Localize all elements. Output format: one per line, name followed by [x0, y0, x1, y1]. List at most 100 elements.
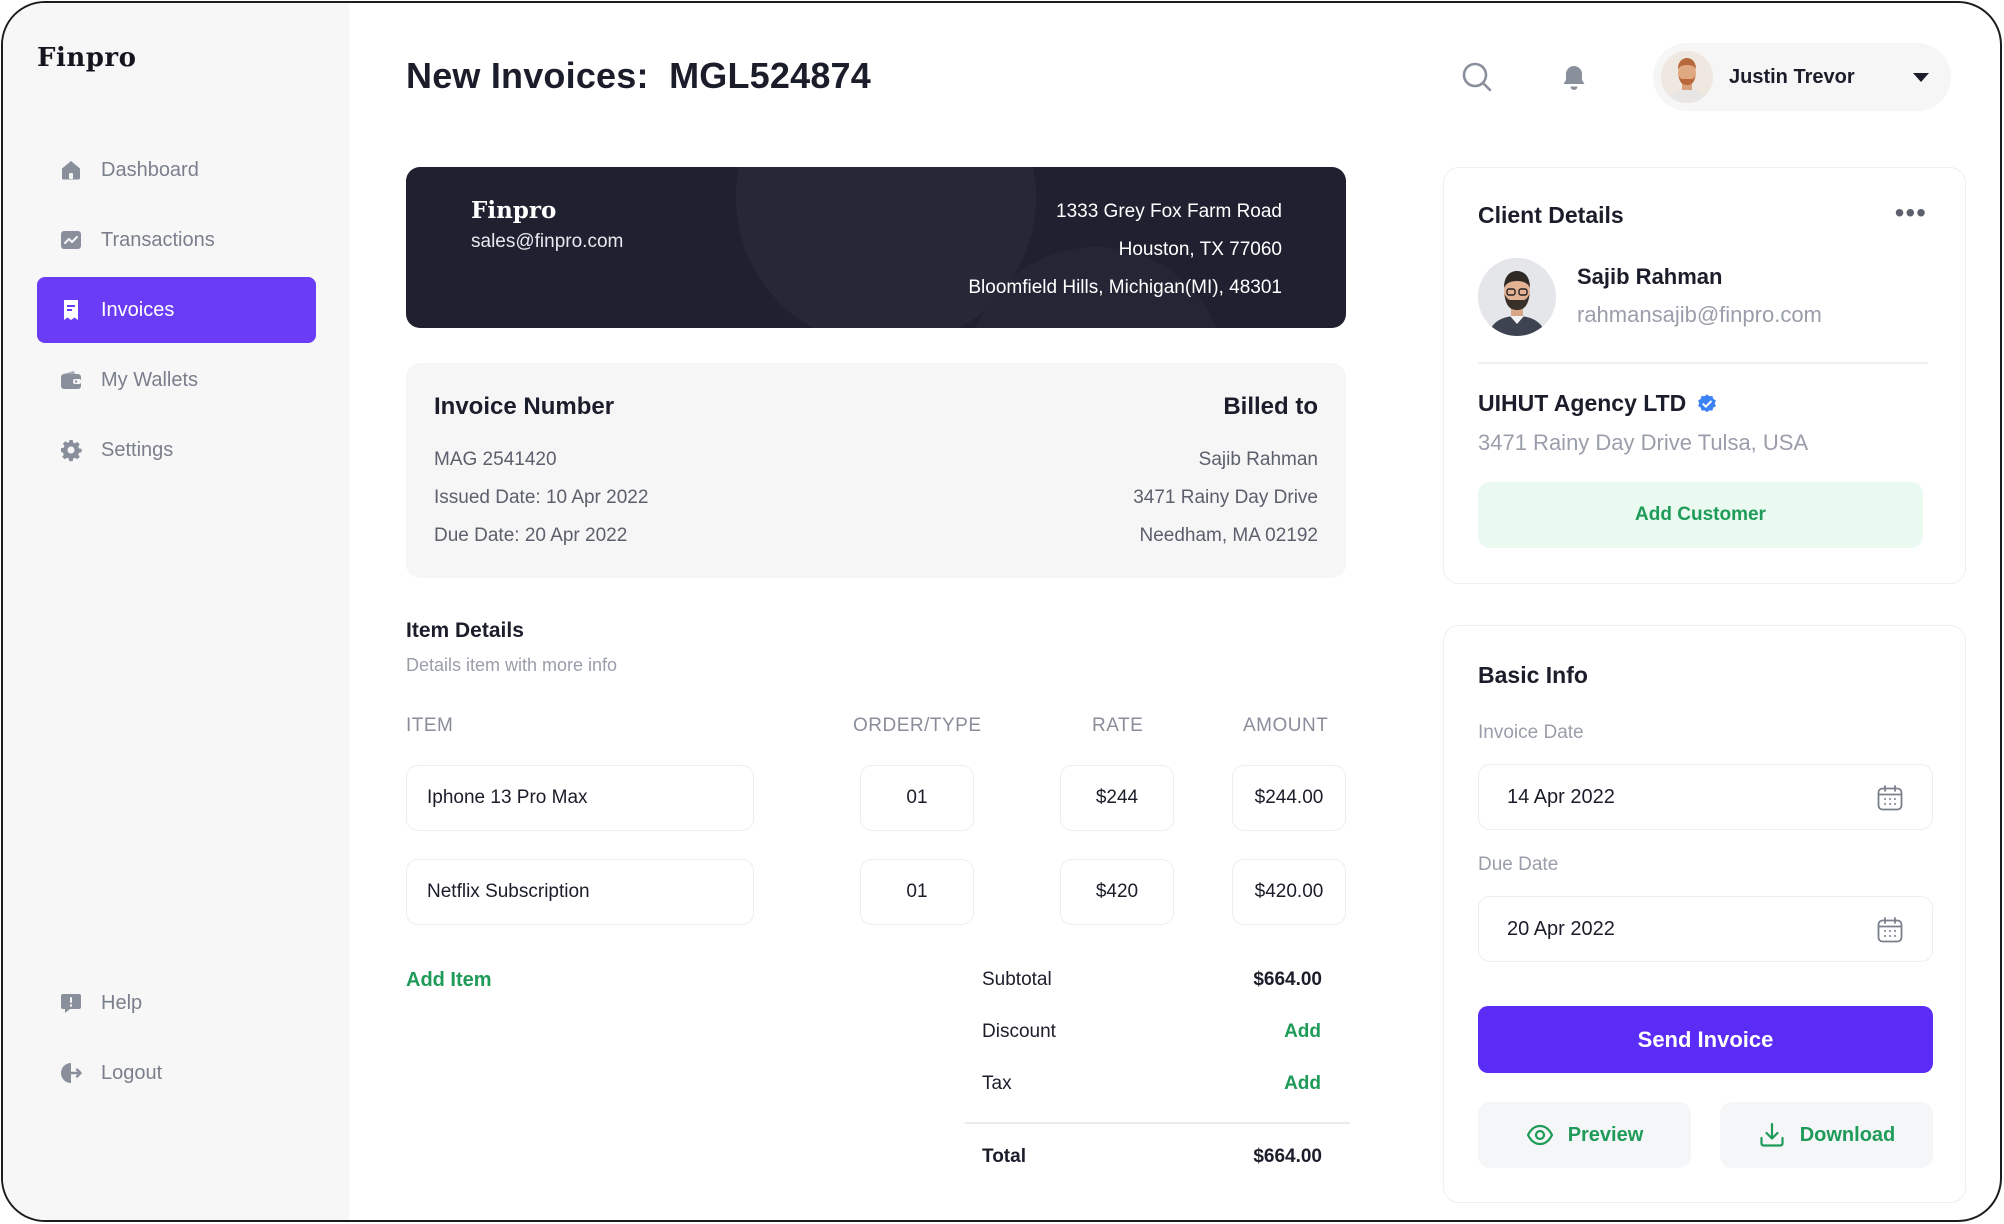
app-logo: Finpro — [37, 43, 137, 73]
banner-email: sales@finpro.com — [471, 231, 624, 252]
discount-label: Discount — [982, 1021, 1056, 1042]
invoice-number-block: Invoice Number MAG 2541420 Issued Date: … — [434, 393, 648, 555]
order-type-field[interactable]: 01 — [860, 765, 974, 831]
sidebar-item-label: My Wallets — [101, 368, 199, 391]
eye-icon — [1526, 1124, 1553, 1146]
gear-icon — [59, 438, 83, 462]
sidebar-item-logout[interactable]: Logout — [37, 1040, 316, 1106]
sidebar-bottom-nav: Help Logout — [37, 970, 316, 1110]
summary-divider — [965, 1122, 1350, 1124]
download-label: Download — [1799, 1123, 1896, 1146]
invoice-date-label: Invoice Date — [1478, 722, 1584, 743]
banner-address: 1333 Grey Fox Farm Road Houston, TX 7706… — [968, 193, 1282, 307]
due-date-field[interactable]: 20 Apr 2022 — [1478, 896, 1933, 962]
column-header-amount: AMOUNT — [1243, 715, 1329, 736]
invoice-number: MAG 2541420 — [434, 449, 557, 470]
item-name-field[interactable]: Iphone 13 Pro Max — [406, 765, 754, 831]
app-window: Finpro Dashboard Transactions Invoices M… — [1, 1, 2002, 1222]
sidebar-item-label: Transactions — [101, 228, 215, 251]
sidebar-item-label: Settings — [101, 438, 174, 461]
download-button[interactable]: Download — [1720, 1102, 1933, 1168]
column-header-rate: RATE — [1092, 715, 1144, 736]
sidebar: Finpro Dashboard Transactions Invoices M… — [3, 3, 349, 1220]
banner-address-line: Houston, TX 77060 — [1118, 239, 1282, 260]
agency-address: 3471 Rainy Day Drive Tulsa, USA — [1478, 430, 1809, 455]
order-type-field[interactable]: 01 — [860, 859, 974, 925]
add-item-link[interactable]: Add Item — [406, 969, 492, 992]
wallet-icon — [59, 368, 83, 392]
sidebar-item-label: Logout — [101, 1061, 163, 1084]
basic-info-card: Basic Info Invoice Date 14 Apr 2022 Due … — [1443, 625, 1966, 1203]
due-date: Due Date: 20 Apr 2022 — [434, 525, 628, 546]
billed-to-block: Billed to Sajib Rahman 3471 Rainy Day Dr… — [1133, 393, 1318, 555]
sidebar-item-label: Invoices — [101, 298, 175, 321]
card-divider — [1478, 362, 1928, 364]
home-icon — [59, 158, 83, 182]
preview-label: Preview — [1567, 1123, 1644, 1146]
user-name: Justin Trevor — [1729, 65, 1855, 88]
sidebar-item-settings[interactable]: Settings — [37, 417, 316, 483]
tax-label: Tax — [982, 1073, 1012, 1094]
item-details-title: Item Details — [406, 619, 524, 642]
column-header-item: ITEM — [406, 715, 454, 736]
client-details-title: Client Details — [1478, 202, 1624, 228]
verified-icon — [1698, 393, 1717, 412]
amount-field[interactable]: $420.00 — [1232, 859, 1346, 925]
item-details-subtitle: Details item with more info — [406, 655, 618, 675]
sidebar-item-transactions[interactable]: Transactions — [37, 207, 316, 273]
client-name: Sajib Rahman — [1577, 264, 1723, 289]
add-tax-link[interactable]: Add — [1284, 1073, 1321, 1095]
item-name-field[interactable]: Netflix Subscription — [406, 859, 754, 925]
rate-field[interactable]: $420 — [1060, 859, 1174, 925]
banner-company-name: Finpro — [471, 197, 557, 224]
issued-date: Issued Date: 10 Apr 2022 — [434, 487, 649, 508]
invoice-icon — [59, 298, 83, 322]
banner-address-line: 1333 Grey Fox Farm Road — [1056, 201, 1282, 222]
download-icon — [1760, 1122, 1784, 1147]
due-date-label: Due Date — [1478, 854, 1559, 875]
sidebar-item-my-wallets[interactable]: My Wallets — [37, 347, 316, 413]
basic-info-title: Basic Info — [1478, 662, 1588, 688]
total-label: Total — [982, 1146, 1026, 1167]
search-icon[interactable] — [1461, 61, 1493, 93]
invoice-date-field[interactable]: 14 Apr 2022 — [1478, 764, 1933, 830]
user-menu[interactable]: Justin Trevor — [1653, 43, 1951, 111]
send-invoice-button[interactable]: Send Invoice — [1478, 1006, 1933, 1073]
billed-to-heading: Billed to — [1223, 393, 1318, 420]
due-date-value: 20 Apr 2022 — [1507, 917, 1615, 940]
help-icon — [59, 991, 83, 1015]
add-discount-link[interactable]: Add — [1284, 1021, 1321, 1043]
sidebar-item-dashboard[interactable]: Dashboard — [37, 137, 316, 203]
calendar-icon[interactable] — [1876, 784, 1904, 812]
sidebar-item-invoices[interactable]: Invoices — [37, 277, 316, 343]
invoice-banner: Finpro sales@finpro.com 1333 Grey Fox Fa… — [406, 167, 1346, 328]
add-customer-button[interactable]: Add Customer — [1478, 482, 1923, 548]
calendar-icon[interactable] — [1876, 916, 1904, 944]
chart-icon — [59, 228, 83, 252]
sidebar-nav: Dashboard Transactions Invoices My Walle… — [37, 137, 316, 487]
invoice-date-value: 14 Apr 2022 — [1507, 785, 1615, 808]
rate-field[interactable]: $244 — [1060, 765, 1174, 831]
invoice-info-card: Invoice Number MAG 2541420 Issued Date: … — [406, 363, 1346, 578]
billed-name: Sajib Rahman — [1198, 449, 1318, 470]
client-email: rahmansajib@finpro.com — [1577, 302, 1822, 327]
more-options-icon[interactable]: ••• — [1895, 199, 1927, 227]
invoice-number-heading: Invoice Number — [434, 393, 615, 420]
sidebar-item-label: Help — [101, 991, 143, 1014]
subtotal-label: Subtotal — [982, 969, 1052, 990]
logout-icon — [59, 1061, 83, 1085]
preview-button[interactable]: Preview — [1478, 1102, 1691, 1168]
total-value: $664.00 — [1253, 1146, 1322, 1167]
avatar — [1661, 51, 1713, 103]
billed-city: Needham, MA 02192 — [1139, 525, 1318, 546]
page-title: New Invoices: MGL524874 — [406, 55, 871, 96]
bell-icon[interactable] — [1559, 63, 1589, 93]
sidebar-item-label: Dashboard — [101, 158, 199, 181]
chevron-down-icon[interactable] — [1913, 73, 1929, 82]
amount-field[interactable]: $244.00 — [1232, 765, 1346, 831]
client-avatar — [1478, 258, 1556, 336]
agency-name: UIHUT Agency LTD — [1478, 390, 1687, 416]
column-header-order: ORDER/TYPE — [853, 715, 982, 736]
subtotal-value: $664.00 — [1253, 969, 1322, 990]
sidebar-item-help[interactable]: Help — [37, 970, 316, 1036]
